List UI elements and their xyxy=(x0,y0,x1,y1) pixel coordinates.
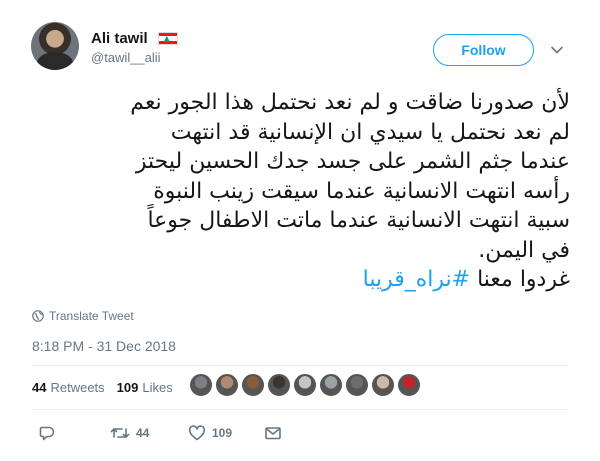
retweets-label: Retweets xyxy=(50,380,105,395)
likes-label: Likes xyxy=(142,380,173,395)
liker-avatar[interactable] xyxy=(267,373,291,397)
retweets-stat[interactable]: 44 Retweets xyxy=(32,380,105,395)
tweet-line: سبية انتهت الانسانية عندما ماتت الاطفال … xyxy=(147,208,570,233)
retweet-button[interactable]: 44 xyxy=(110,424,149,442)
translate-tweet[interactable]: Translate Tweet xyxy=(32,309,134,323)
tweet-line-prefix: غردوا معنا xyxy=(470,267,570,292)
like-button[interactable]: 109 xyxy=(188,424,232,442)
retweet-icon xyxy=(110,428,130,438)
liker-avatar[interactable] xyxy=(241,373,265,397)
direct-message-button[interactable] xyxy=(264,424,282,442)
reply-icon xyxy=(39,426,55,441)
liker-avatar[interactable] xyxy=(345,373,369,397)
liker-avatars xyxy=(189,373,423,397)
heart-icon xyxy=(188,425,206,441)
like-count: 109 xyxy=(212,426,233,440)
retweet-count: 44 xyxy=(136,426,150,440)
envelope-icon xyxy=(265,427,281,440)
avatar[interactable] xyxy=(31,22,79,70)
tweet-line: عندما جثم الشمر على جسد جدك الحسين ليحتز xyxy=(135,149,570,174)
timestamp[interactable]: 8:18 PM - 31 Dec 2018 xyxy=(32,338,176,354)
tweet-line-hashtag: غردوا معنا #نراه_قريبا xyxy=(30,265,570,295)
hashtag-link[interactable]: #نراه_قريبا xyxy=(363,267,470,292)
tweet-line: في اليمن. xyxy=(478,237,570,263)
tweet-line: لم نعد نحتمل يا سيدي ان الإنسانية قد انت… xyxy=(170,119,570,145)
divider xyxy=(31,365,569,366)
divider xyxy=(31,409,569,410)
lebanon-flag-icon xyxy=(157,32,178,45)
translate-label[interactable]: Translate Tweet xyxy=(49,309,134,323)
liker-avatar[interactable] xyxy=(189,373,213,397)
liker-avatar[interactable] xyxy=(371,373,395,397)
tweet-text: لأن صدورنا ضاقت و لم نعد نحتمل هذا الجور… xyxy=(30,88,570,295)
likes-stat[interactable]: 109 Likes xyxy=(117,380,173,395)
liker-avatar[interactable] xyxy=(397,373,421,397)
liker-avatar[interactable] xyxy=(319,373,343,397)
user-info: Ali tawil @tawil__alii xyxy=(91,28,178,65)
tweet-stats: 44 Retweets 109 Likes xyxy=(32,380,185,395)
display-name[interactable]: Ali tawil xyxy=(91,30,148,47)
globe-icon xyxy=(32,310,44,322)
username[interactable]: @tawil__alii xyxy=(91,50,178,65)
follow-button[interactable]: Follow xyxy=(433,34,534,66)
liker-avatar[interactable] xyxy=(293,373,317,397)
reply-button[interactable] xyxy=(38,424,56,442)
retweets-count: 44 xyxy=(32,380,47,395)
tweet-line: رأسه انتهت الانسانية عندما سيقت زينب الن… xyxy=(153,178,570,204)
chevron-down-icon[interactable] xyxy=(551,44,563,56)
liker-avatar[interactable] xyxy=(215,373,239,397)
tweet-line: لأن صدورنا ضاقت و لم نعد نحتمل هذا الجور… xyxy=(130,90,570,115)
tweet-header: Ali tawil @tawil__alii Follow xyxy=(31,22,581,72)
likes-count: 109 xyxy=(116,380,139,395)
